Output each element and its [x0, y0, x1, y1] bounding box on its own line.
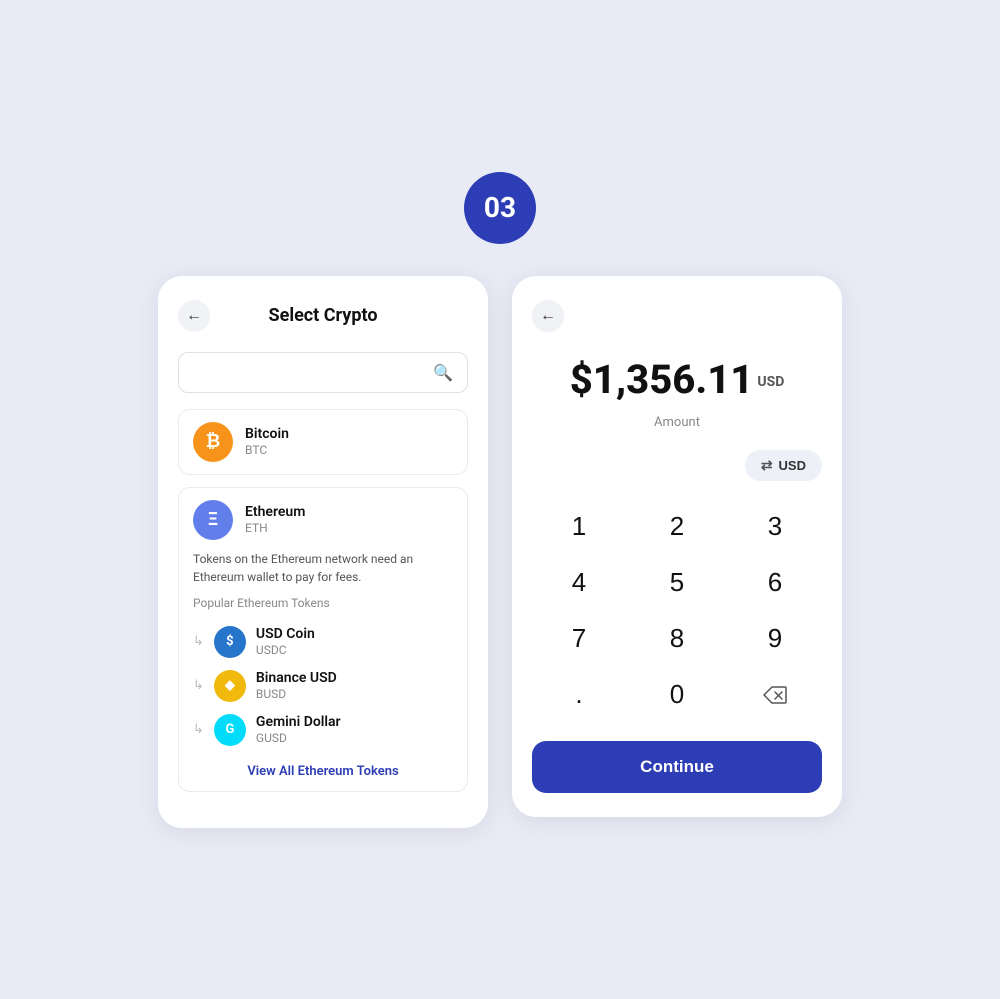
- busd-item[interactable]: ↳ ◆ Binance USD BUSD: [193, 664, 453, 708]
- numpad-3[interactable]: 3: [728, 501, 822, 553]
- swap-icon: ⇄: [761, 457, 773, 474]
- busd-name: Binance USD: [256, 670, 337, 686]
- step-badge: 03: [464, 172, 536, 244]
- sub-arrow-busd: ↳: [193, 678, 204, 693]
- view-all-link[interactable]: View All Ethereum Tokens: [193, 764, 453, 779]
- left-back-button[interactable]: ←: [178, 300, 210, 332]
- search-icon: 🔍: [433, 363, 453, 382]
- bitcoin-item[interactable]: ₿ Bitcoin BTC: [178, 409, 468, 475]
- busd-symbol: BUSD: [256, 687, 337, 701]
- usdc-name: USD Coin: [256, 626, 315, 642]
- numpad-6[interactable]: 6: [728, 557, 822, 609]
- numpad-5[interactable]: 5: [630, 557, 724, 609]
- numpad-1[interactable]: 1: [532, 501, 626, 553]
- numpad-0[interactable]: 0: [630, 669, 724, 721]
- usdc-info: USD Coin USDC: [256, 626, 315, 657]
- screens-row: ← Select Crypto 🔍 ₿ Bitcoin BTC Ξ Ethere…: [158, 276, 842, 828]
- amount-currency-label: USD: [757, 374, 784, 390]
- continue-button[interactable]: Continue: [532, 741, 822, 793]
- btc-info: Bitcoin BTC: [245, 426, 289, 457]
- numpad: 1 2 3 4 5 6 7 8 9 . 0: [532, 501, 822, 721]
- usdc-symbol: USDC: [256, 643, 315, 657]
- amount-label: Amount: [532, 415, 822, 430]
- btc-symbol: BTC: [245, 443, 289, 457]
- sub-arrow-gusd: ↳: [193, 722, 204, 737]
- left-screen-header: ← Select Crypto: [178, 300, 468, 332]
- right-back-button[interactable]: ←: [532, 300, 564, 332]
- numpad-2[interactable]: 2: [630, 501, 724, 553]
- sub-arrow-usdc: ↳: [193, 634, 204, 649]
- search-box: 🔍: [178, 352, 468, 393]
- amount-display: $1,356.11USD: [532, 356, 822, 403]
- amount-value: $1,356.11: [570, 356, 754, 403]
- usdc-icon: $: [214, 626, 246, 658]
- numpad-8[interactable]: 8: [630, 613, 724, 665]
- busd-icon: ◆: [214, 670, 246, 702]
- eth-section: Ξ Ethereum ETH Tokens on the Ethereum ne…: [178, 487, 468, 792]
- left-screen-title: Select Crypto: [269, 305, 378, 326]
- eth-note: Tokens on the Ethereum network need an E…: [193, 550, 453, 586]
- left-screen: ← Select Crypto 🔍 ₿ Bitcoin BTC Ξ Ethere…: [158, 276, 488, 828]
- gusd-info: Gemini Dollar GUSD: [256, 714, 341, 745]
- gusd-symbol: GUSD: [256, 731, 341, 745]
- search-input[interactable]: [193, 364, 433, 380]
- busd-info: Binance USD BUSD: [256, 670, 337, 701]
- right-screen-header: ←: [532, 300, 822, 332]
- numpad-dot[interactable]: .: [532, 669, 626, 721]
- btc-icon: ₿: [193, 422, 233, 462]
- numpad-4[interactable]: 4: [532, 557, 626, 609]
- right-screen: ← $1,356.11USD Amount ⇄ USD 1 2 3 4 5 6 …: [512, 276, 842, 817]
- gusd-item[interactable]: ↳ G Gemini Dollar GUSD: [193, 708, 453, 752]
- eth-name: Ethereum: [245, 504, 305, 520]
- gusd-icon: G: [214, 714, 246, 746]
- gusd-name: Gemini Dollar: [256, 714, 341, 730]
- currency-toggle: ⇄ USD: [532, 450, 822, 481]
- eth-header[interactable]: Ξ Ethereum ETH: [193, 500, 453, 540]
- currency-toggle-button[interactable]: ⇄ USD: [745, 450, 822, 481]
- currency-btn-label: USD: [779, 458, 806, 473]
- eth-symbol: ETH: [245, 521, 305, 535]
- numpad-backspace[interactable]: [728, 669, 822, 721]
- popular-label: Popular Ethereum Tokens: [193, 596, 453, 610]
- numpad-9[interactable]: 9: [728, 613, 822, 665]
- eth-info: Ethereum ETH: [245, 504, 305, 535]
- usdc-item[interactable]: ↳ $ USD Coin USDC: [193, 620, 453, 664]
- btc-name: Bitcoin: [245, 426, 289, 442]
- eth-icon: Ξ: [193, 500, 233, 540]
- numpad-7[interactable]: 7: [532, 613, 626, 665]
